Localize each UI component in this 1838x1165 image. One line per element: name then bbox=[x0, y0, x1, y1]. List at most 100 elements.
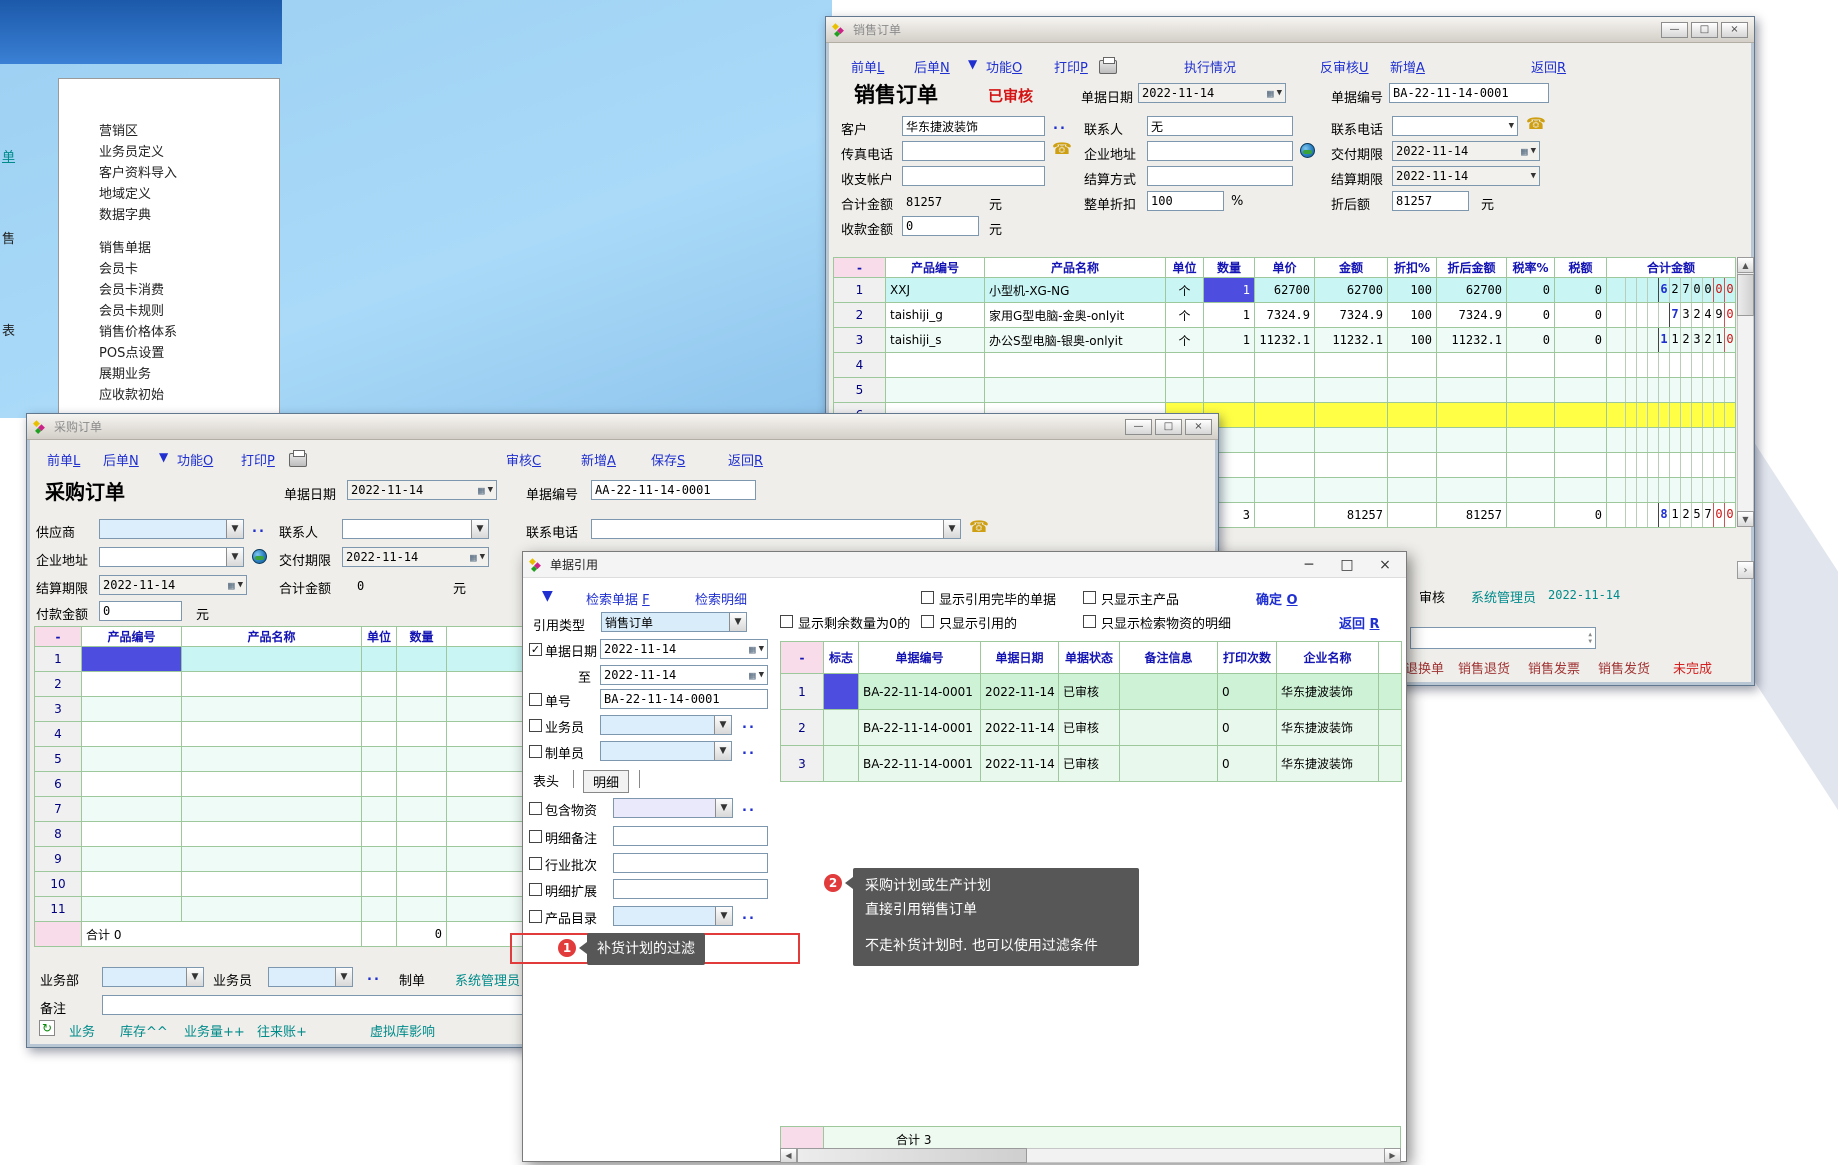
calendar-icon[interactable]: ▦ bbox=[1521, 145, 1528, 158]
unit-cell[interactable] bbox=[362, 722, 397, 747]
row-number[interactable]: 3 bbox=[35, 697, 82, 722]
dialog-titlebar[interactable]: ◆◆◆ 单据引用 ─ □ × bbox=[523, 552, 1406, 578]
table-row[interactable]: 1XXJ小型机-XG-NG个16270062700100627000062700… bbox=[834, 278, 1736, 303]
tax-cell[interactable] bbox=[1555, 403, 1607, 428]
functions-down-arrow-icon[interactable]: ▼ bbox=[159, 450, 168, 464]
sidebar-item[interactable]: 营销区 bbox=[59, 121, 279, 142]
cell[interactable] bbox=[1379, 710, 1402, 746]
return-button[interactable]: 返回R bbox=[728, 450, 763, 469]
chevron-down-icon[interactable]: ▼ bbox=[226, 520, 243, 538]
row-number[interactable]: 2 bbox=[834, 303, 886, 328]
dept-combo[interactable]: ▼ bbox=[102, 967, 204, 987]
tax-cell[interactable] bbox=[1555, 453, 1607, 478]
search-doc-button[interactable]: 检索单据 F bbox=[586, 589, 650, 608]
table-row[interactable]: 3taishiji_s办公S型电脑-银奥-onlyit个111232.11123… bbox=[834, 328, 1736, 353]
detail-note-field[interactable] bbox=[613, 826, 768, 846]
doc-status-cell[interactable]: 已审核 bbox=[1059, 674, 1120, 710]
clipped-menu-text[interactable]: 单 bbox=[2, 146, 15, 165]
browse-material-button[interactable]: .. bbox=[742, 800, 756, 815]
print-button[interactable]: 打印P bbox=[1054, 57, 1088, 76]
unit-cell[interactable] bbox=[362, 672, 397, 697]
scroll-thumb[interactable] bbox=[1737, 274, 1754, 316]
product-name-cell[interactable] bbox=[182, 722, 362, 747]
product-name-cell[interactable] bbox=[182, 822, 362, 847]
product-name-cell[interactable] bbox=[182, 897, 362, 922]
doc-no-cell[interactable]: BA-22-11-14-0001 bbox=[859, 746, 981, 782]
chevron-down-icon[interactable]: ▼ bbox=[186, 968, 203, 986]
product-code-cell[interactable] bbox=[82, 897, 182, 922]
phone-combo[interactable]: ▼ bbox=[591, 519, 961, 539]
browse-salesman-button[interactable]: .. bbox=[742, 717, 756, 732]
tax-cell[interactable]: 0 bbox=[1555, 328, 1607, 353]
chevron-down-icon[interactable]: ▼ bbox=[471, 520, 488, 538]
price-cell[interactable] bbox=[1255, 403, 1315, 428]
discount-cell[interactable] bbox=[1388, 478, 1437, 503]
product-name-cell[interactable]: 小型机-XG-NG bbox=[985, 278, 1166, 303]
printer-icon[interactable] bbox=[289, 453, 307, 467]
phone-icon[interactable]: ☎ bbox=[969, 517, 989, 536]
product-name-cell[interactable] bbox=[182, 647, 362, 672]
chevron-down-icon[interactable]: ▼ bbox=[715, 799, 732, 817]
unit-cell[interactable] bbox=[362, 697, 397, 722]
unit-cell[interactable] bbox=[362, 897, 397, 922]
doc-status-cell[interactable]: 已审核 bbox=[1059, 710, 1120, 746]
link-returns[interactable]: 退换单 bbox=[1405, 658, 1444, 677]
chevron-down-icon[interactable]: ▼ bbox=[714, 716, 731, 734]
product-code-cell[interactable] bbox=[82, 822, 182, 847]
discount-cell[interactable]: 100 bbox=[1388, 303, 1437, 328]
back-button[interactable]: 返回 R bbox=[1339, 613, 1380, 632]
qty-cell[interactable] bbox=[397, 647, 447, 672]
scroll-left-icon[interactable]: ◀ bbox=[780, 1148, 797, 1163]
contact-combo[interactable]: ▼ bbox=[342, 519, 489, 539]
tax-rate-cell[interactable] bbox=[1507, 453, 1555, 478]
qty-cell[interactable] bbox=[397, 872, 447, 897]
delivery-field[interactable]: 2022-11-14▦▼ bbox=[342, 547, 489, 567]
print-button[interactable]: 打印P bbox=[241, 450, 275, 469]
link-sales-return[interactable]: 销售退货 bbox=[1458, 658, 1510, 677]
doc-date-cell[interactable]: 2022-11-14 bbox=[981, 710, 1059, 746]
link-business[interactable]: 业务 bbox=[69, 1021, 95, 1040]
product-code-cell[interactable] bbox=[82, 872, 182, 897]
table-row[interactable]: 3BA-22-11-14-00012022-11-14已审核0华东捷波装饰 bbox=[781, 746, 1402, 782]
sidebar-item[interactable]: 展期业务 bbox=[59, 364, 279, 385]
after-discount-field[interactable]: 81257 bbox=[1392, 191, 1469, 211]
amount-cell[interactable]: 62700 bbox=[1315, 278, 1388, 303]
fax-field[interactable] bbox=[902, 141, 1045, 161]
chevron-down-icon[interactable]: ▼ bbox=[226, 548, 243, 566]
table-row[interactable]: 4 bbox=[834, 353, 1736, 378]
product-name-cell[interactable] bbox=[182, 697, 362, 722]
calendar-icon[interactable]: ▦ bbox=[1267, 87, 1274, 100]
calendar-icon[interactable]: ▦ bbox=[470, 551, 477, 564]
product-code-cell[interactable] bbox=[886, 353, 985, 378]
next-doc-button[interactable]: 后单N bbox=[914, 57, 950, 76]
unit-cell[interactable]: 个 bbox=[1166, 328, 1204, 353]
supplier-combo[interactable]: ▼ bbox=[99, 519, 244, 539]
calendar-icon[interactable]: ▦ bbox=[478, 484, 485, 497]
tax-rate-cell[interactable] bbox=[1507, 428, 1555, 453]
address-combo[interactable]: ▼ bbox=[99, 547, 244, 567]
product-code-cell[interactable] bbox=[82, 847, 182, 872]
browse-maker-button[interactable]: .. bbox=[742, 743, 756, 758]
row-number[interactable]: 4 bbox=[834, 353, 886, 378]
functions-button[interactable]: 功能O bbox=[177, 450, 213, 469]
refresh-icon[interactable]: ↻ bbox=[39, 1020, 55, 1036]
ref-type-combo[interactable]: 销售订单▼ bbox=[601, 612, 747, 632]
unit-cell[interactable]: 个 bbox=[1166, 303, 1204, 328]
purchase-window-titlebar[interactable]: ◆◆◆ 采购订单 — □ × bbox=[27, 414, 1218, 440]
only-referenced-checkbox[interactable] bbox=[921, 615, 934, 628]
add-new-button[interactable]: 新增A bbox=[1390, 57, 1425, 76]
row-number[interactable]: 6 bbox=[35, 772, 82, 797]
link-transactions[interactable]: 往来账+ bbox=[257, 1021, 307, 1040]
row-number[interactable]: 1 bbox=[35, 647, 82, 672]
product-code-cell[interactable] bbox=[82, 722, 182, 747]
salesman-filter-combo[interactable]: ▼ bbox=[600, 715, 732, 735]
tax-rate-cell[interactable]: 0 bbox=[1507, 328, 1555, 353]
price-cell[interactable] bbox=[1255, 453, 1315, 478]
date-filter-checkbox[interactable] bbox=[529, 643, 542, 656]
sidebar-item[interactable]: 业务员定义 bbox=[59, 142, 279, 163]
sidebar-item[interactable]: 应收款初始 bbox=[59, 385, 279, 406]
calendar-icon[interactable]: ▦ bbox=[228, 579, 235, 592]
product-code-cell[interactable] bbox=[82, 647, 182, 672]
doc-no-cell[interactable]: BA-22-11-14-0001 bbox=[859, 710, 981, 746]
doc-status-cell[interactable]: 已审核 bbox=[1059, 746, 1120, 782]
